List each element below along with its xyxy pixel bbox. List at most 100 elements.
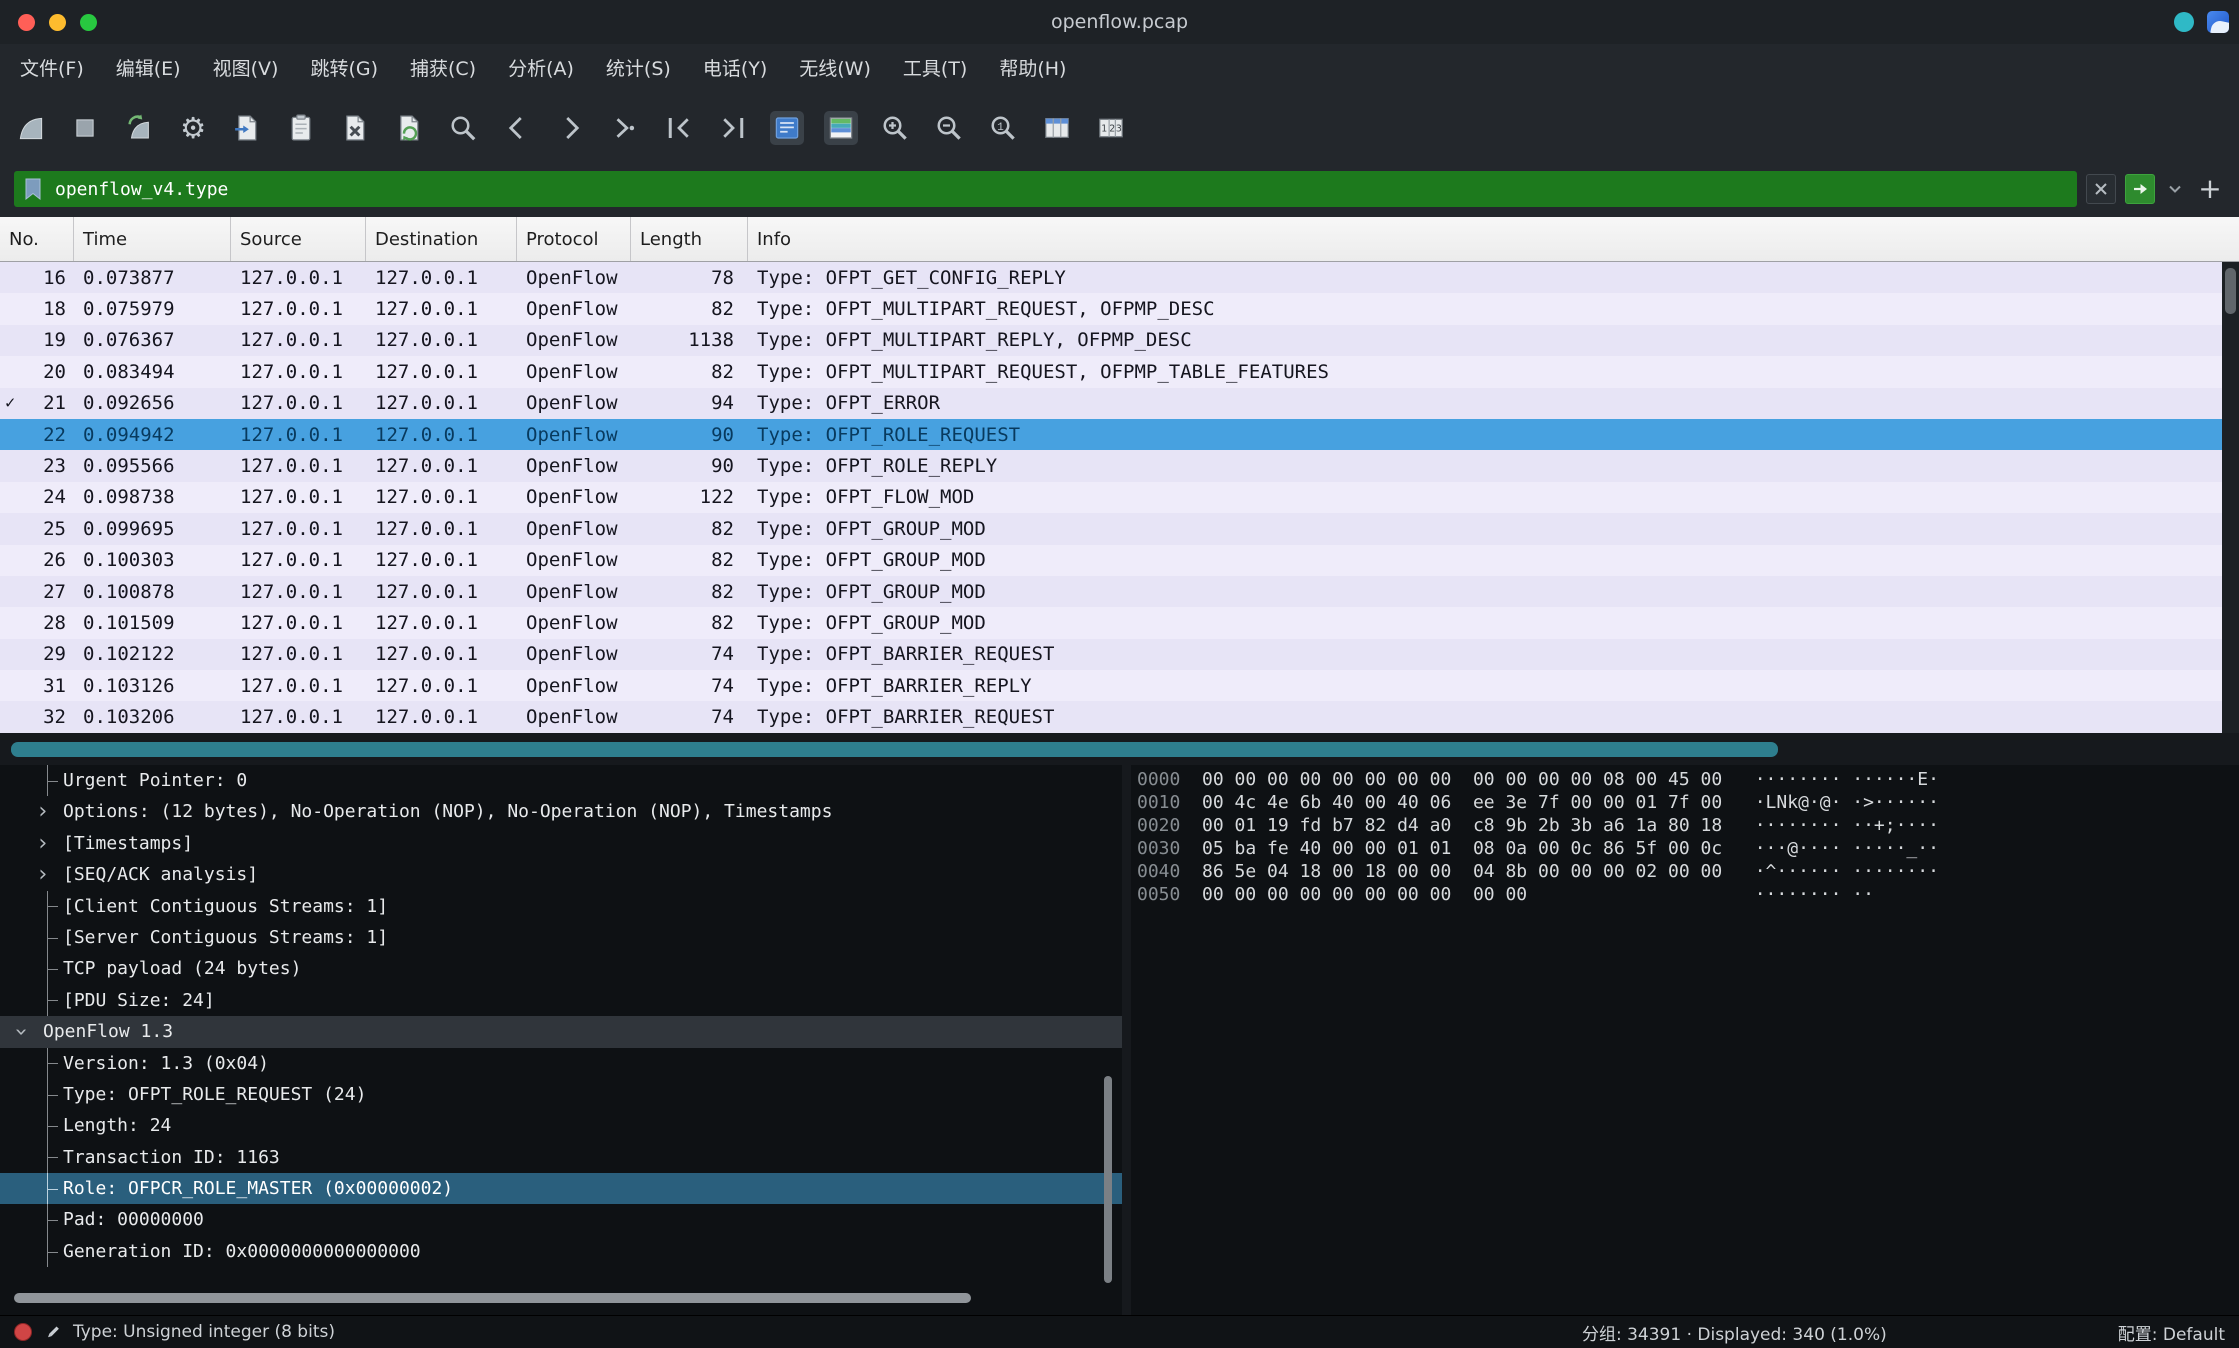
pane-splitter[interactable]	[1122, 765, 1131, 1315]
detail-row[interactable]: Length: 24	[0, 1110, 1122, 1141]
detail-row[interactable]: Urgent Pointer: 0	[0, 765, 1122, 796]
detail-row[interactable]: ›Options: (12 bytes), No-Operation (NOP)…	[0, 796, 1122, 827]
find-packet-icon[interactable]	[446, 111, 480, 145]
reload-file-icon[interactable]	[392, 111, 426, 145]
go-forward-icon[interactable]	[554, 111, 588, 145]
go-back-icon[interactable]	[500, 111, 534, 145]
column-header-destination[interactable]: Destination	[366, 217, 517, 261]
detail-row[interactable]: Type: OFPT_ROLE_REQUEST (24)	[0, 1079, 1122, 1110]
packet-row[interactable]: 270.100878127.0.0.1127.0.0.1OpenFlow82Ty…	[0, 576, 2239, 607]
profile-status[interactable]: 配置: Default	[2118, 1320, 2225, 1345]
go-last-icon[interactable]	[716, 111, 750, 145]
detail-row[interactable]: [PDU Size: 24]	[0, 985, 1122, 1016]
detail-row[interactable]: Version: 1.3 (0x04)	[0, 1048, 1122, 1079]
chevron-down-icon[interactable]: ›	[5, 1025, 36, 1038]
packet-row[interactable]: 280.101509127.0.0.1127.0.0.1OpenFlow82Ty…	[0, 607, 2239, 638]
colorize-icon[interactable]	[824, 111, 858, 145]
column-header-no[interactable]: No.	[0, 217, 74, 261]
hex-row[interactable]: 0020 00 01 19 fd b7 82 d4 a0 c8 9b 2b 3b…	[1137, 815, 2239, 838]
chevron-right-icon[interactable]: ›	[36, 859, 49, 890]
menu-item-wireless[interactable]: 无线(W)	[783, 44, 887, 94]
packet-row[interactable]: 240.098738127.0.0.1127.0.0.1OpenFlow122T…	[0, 482, 2239, 513]
zoom-in-icon[interactable]	[878, 111, 912, 145]
detail-row[interactable]: [Client Contiguous Streams: 1]	[0, 891, 1122, 922]
hex-row[interactable]: 0000 00 00 00 00 00 00 00 00 00 00 00 00…	[1137, 769, 2239, 792]
detail-row[interactable]: ›[Timestamps]	[0, 828, 1122, 859]
column-header-length[interactable]: Length	[631, 217, 748, 261]
capture-options-icon[interactable]: ⚙	[176, 111, 210, 145]
hscrollbar-thumb[interactable]	[11, 742, 1778, 757]
menu-item-statistics[interactable]: 统计(S)	[590, 44, 687, 94]
detail-row[interactable]: Pad: 00000000	[0, 1204, 1122, 1235]
go-first-icon[interactable]	[662, 111, 696, 145]
packet-list-pane[interactable]: 160.073877127.0.0.1127.0.0.1OpenFlow78Ty…	[0, 262, 2239, 733]
auto-scroll-icon[interactable]	[770, 111, 804, 145]
packet-details-pane[interactable]: Urgent Pointer: 0›Options: (12 bytes), N…	[0, 765, 1122, 1315]
detail-row[interactable]: Role: OFPCR_ROLE_MASTER (0x00000002)	[0, 1173, 1122, 1204]
packet-row[interactable]: 200.083494127.0.0.1127.0.0.1OpenFlow82Ty…	[0, 356, 2239, 387]
display-filter-input[interactable]	[53, 178, 2068, 201]
menu-item-go[interactable]: 跳转(G)	[294, 44, 394, 94]
details-hscrollbar[interactable]	[14, 1293, 971, 1303]
bookmark-icon[interactable]	[23, 177, 43, 201]
menu-item-capture[interactable]: 捕获(C)	[394, 44, 492, 94]
packet-row[interactable]: 210.092656127.0.0.1127.0.0.1OpenFlow94Ty…	[0, 388, 2239, 419]
menu-item-analyze[interactable]: 分析(A)	[492, 44, 590, 94]
open-file-icon[interactable]	[230, 111, 264, 145]
go-to-packet-icon[interactable]	[608, 111, 642, 145]
stop-capture-icon[interactable]	[68, 111, 102, 145]
menu-item-tools[interactable]: 工具(T)	[887, 44, 983, 94]
detail-row[interactable]: [Server Contiguous Streams: 1]	[0, 922, 1122, 953]
zoom-out-icon[interactable]	[932, 111, 966, 145]
column-header-time[interactable]: Time	[74, 217, 231, 261]
add-filter-button[interactable]: +	[2195, 174, 2225, 204]
chevron-right-icon[interactable]: ›	[36, 796, 49, 827]
packet-row[interactable]: 290.102122127.0.0.1127.0.0.1OpenFlow74Ty…	[0, 639, 2239, 670]
hex-row[interactable]: 0010 00 4c 4e 6b 40 00 40 06 ee 3e 7f 00…	[1137, 792, 2239, 815]
menu-item-edit[interactable]: 编辑(E)	[100, 44, 197, 94]
detail-row[interactable]: ›OpenFlow 1.3	[0, 1016, 1122, 1047]
menu-item-help[interactable]: 帮助(H)	[983, 44, 1082, 94]
menu-item-telephony[interactable]: 电话(Y)	[687, 44, 783, 94]
packet-row[interactable]: 180.075979127.0.0.1127.0.0.1OpenFlow82Ty…	[0, 293, 2239, 324]
capture-comment-icon[interactable]	[43, 1323, 62, 1342]
column-width-icon[interactable]: 123	[1094, 111, 1128, 145]
display-filter-field[interactable]	[14, 171, 2077, 207]
detail-row[interactable]: Generation ID: 0x0000000000000000	[0, 1236, 1122, 1267]
menu-item-file[interactable]: 文件(F)	[4, 44, 100, 94]
details-scrollbar[interactable]	[1104, 1076, 1112, 1283]
column-header-source[interactable]: Source	[231, 217, 366, 261]
apply-filter-button[interactable]	[2125, 174, 2155, 204]
zoom-normal-icon[interactable]: 1	[986, 111, 1020, 145]
hex-row[interactable]: 0030 05 ba fe 40 00 00 01 01 08 0a 00 0c…	[1137, 838, 2239, 861]
restart-capture-icon[interactable]	[122, 111, 156, 145]
packet-row[interactable]: 250.099695127.0.0.1127.0.0.1OpenFlow82Ty…	[0, 513, 2239, 544]
column-header-info[interactable]: Info	[748, 217, 2239, 261]
packet-row[interactable]: 310.103126127.0.0.1127.0.0.1OpenFlow74Ty…	[0, 670, 2239, 701]
menu-item-view[interactable]: 视图(V)	[197, 44, 295, 94]
hex-dump-pane[interactable]: 0000 00 00 00 00 00 00 00 00 00 00 00 00…	[1131, 765, 2239, 1315]
save-file-icon[interactable]	[284, 111, 318, 145]
resize-columns-icon[interactable]	[1040, 111, 1074, 145]
packet-row[interactable]: 220.094942127.0.0.1127.0.0.1OpenFlow90Ty…	[0, 419, 2239, 450]
packet-row[interactable]: 190.076367127.0.0.1127.0.0.1OpenFlow1138…	[0, 325, 2239, 356]
packet-list-hscrollbar[interactable]	[0, 733, 2239, 765]
packet-list-scrollbar[interactable]	[2222, 262, 2239, 733]
detail-row[interactable]: ›[SEQ/ACK analysis]	[0, 859, 1122, 890]
hex-row[interactable]: 0050 00 00 00 00 00 00 00 00 00 00 ·····…	[1137, 884, 2239, 907]
packet-row[interactable]: 260.100303127.0.0.1127.0.0.1OpenFlow82Ty…	[0, 545, 2239, 576]
hex-row[interactable]: 0040 86 5e 04 18 00 18 00 00 04 8b 00 00…	[1137, 861, 2239, 884]
scrollbar-thumb[interactable]	[2225, 268, 2236, 314]
column-header-protocol[interactable]: Protocol	[517, 217, 631, 261]
packet-row[interactable]: 320.103206127.0.0.1127.0.0.1OpenFlow74Ty…	[0, 701, 2239, 732]
packet-row[interactable]: 160.073877127.0.0.1127.0.0.1OpenFlow78Ty…	[0, 262, 2239, 293]
detail-row[interactable]: Transaction ID: 1163	[0, 1142, 1122, 1173]
chevron-right-icon[interactable]: ›	[36, 828, 49, 859]
start-capture-icon[interactable]	[14, 111, 48, 145]
packet-row[interactable]: 230.095566127.0.0.1127.0.0.1OpenFlow90Ty…	[0, 450, 2239, 481]
detail-row[interactable]: TCP payload (24 bytes)	[0, 953, 1122, 984]
close-file-icon[interactable]	[338, 111, 372, 145]
filter-dropdown-icon[interactable]	[2164, 181, 2186, 197]
expert-info-icon[interactable]	[14, 1323, 32, 1341]
clear-filter-button[interactable]	[2086, 174, 2116, 204]
